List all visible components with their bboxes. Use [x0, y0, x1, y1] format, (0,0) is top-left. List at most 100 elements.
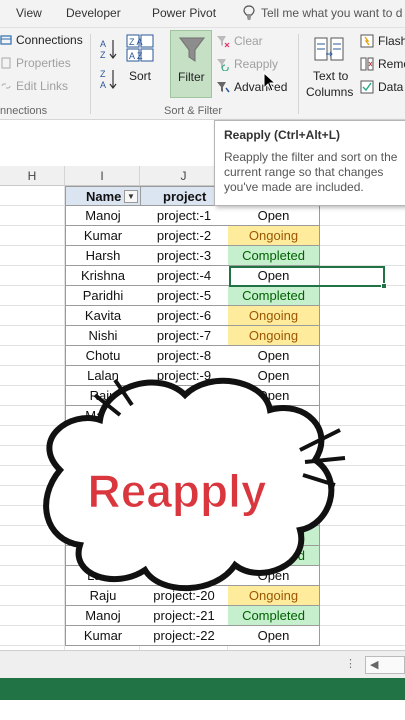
cell-name[interactable]: Harsh: [65, 246, 141, 266]
connections-button[interactable]: Connections: [0, 33, 83, 47]
cell-project[interactable]: project:-3: [140, 246, 229, 266]
cell-status[interactable]: Completed: [228, 546, 320, 566]
text-to-columns-label-2[interactable]: Columns: [306, 85, 353, 99]
cell-name[interactable]: [65, 446, 141, 466]
cell-project[interactable]: project:-21: [140, 606, 229, 626]
cell-project[interactable]: project:-10: [140, 386, 229, 406]
cell-name[interactable]: Nishi: [65, 326, 141, 346]
text-to-columns-label-1[interactable]: Text to: [313, 69, 348, 83]
tab-view[interactable]: View: [16, 6, 42, 20]
cell-project[interactable]: [140, 486, 229, 506]
cell-name[interactable]: Lalan: [65, 366, 141, 386]
cell-status[interactable]: Ongoing: [228, 226, 320, 246]
cell-status[interactable]: Open: [228, 626, 320, 646]
cell-project[interactable]: [140, 546, 229, 566]
cell-status[interactable]: Completed: [228, 606, 320, 626]
cell-name[interactable]: [65, 486, 141, 506]
filter-button[interactable]: Filter: [170, 30, 212, 98]
tell-me-input[interactable]: Tell me what you want to d: [261, 6, 402, 20]
cell-status[interactable]: [228, 466, 320, 486]
connections-group-label: nnections: [0, 105, 48, 117]
cell-status[interactable]: Open: [228, 206, 320, 226]
cell-project[interactable]: project:-19: [140, 566, 229, 586]
flash-fill-button[interactable]: Flash: [360, 34, 405, 48]
cell-status[interactable]: Open: [228, 566, 320, 586]
cell-name[interactable]: [65, 466, 141, 486]
cell-status[interactable]: Open: [228, 366, 320, 386]
cell-project[interactable]: project:-2: [140, 226, 229, 246]
connections-icon: [0, 35, 12, 45]
cell-status[interactable]: [228, 486, 320, 506]
cell-project[interactable]: [140, 446, 229, 466]
cell-name[interactable]: Manoj: [65, 206, 141, 226]
cell-status[interactable]: Ongoing: [228, 306, 320, 326]
sort-z-to-a-icon[interactable]: Z A: [100, 68, 118, 90]
active-cell-selection[interactable]: [229, 266, 385, 287]
cell-status[interactable]: Open: [228, 386, 320, 406]
cell-name[interactable]: [65, 526, 141, 546]
cell-project[interactable]: [140, 506, 229, 526]
column-header-i[interactable]: I: [65, 166, 140, 186]
cell-project[interactable]: project:-9: [140, 366, 229, 386]
cell-project[interactable]: project:-1: [140, 206, 229, 226]
tab-developer[interactable]: Developer: [66, 6, 121, 20]
cell-name[interactable]: Paridhi: [65, 286, 141, 306]
cell-name[interactable]: [65, 426, 141, 446]
cell-status[interactable]: Completed: [228, 426, 320, 446]
cell-project[interactable]: project:-6: [140, 306, 229, 326]
cell-name[interactable]: Krishna: [65, 266, 141, 286]
cell-name[interactable]: Chotu: [65, 346, 141, 366]
cell-project[interactable]: project:-11: [140, 406, 229, 426]
sort-a-to-z-icon[interactable]: A Z: [100, 38, 118, 60]
clear-filter-button[interactable]: Clear: [216, 34, 263, 48]
cell-status[interactable]: Completed: [228, 446, 320, 466]
cell-status[interactable]: Completed: [228, 286, 320, 306]
cell-project[interactable]: project:-8: [140, 346, 229, 366]
cell-status[interactable]: Open: [228, 406, 320, 426]
cell-name[interactable]: Kumar: [65, 626, 141, 646]
cell-project[interactable]: project:-7: [140, 326, 229, 346]
cell-project[interactable]: project:-20: [140, 586, 229, 606]
tab-power-pivot[interactable]: Power Pivot: [152, 6, 216, 20]
cell-project[interactable]: project:-4: [140, 266, 229, 286]
data-validation-button[interactable]: Data: [360, 80, 403, 94]
fill-handle[interactable]: [381, 283, 387, 289]
reapply-button[interactable]: Reapply: [216, 57, 278, 71]
sort-filter-group-label: Sort & Filter: [164, 105, 223, 117]
cell-name[interactable]: Kumar: [65, 226, 141, 246]
ribbon: Connections Properties Edit Links nnecti…: [0, 28, 405, 120]
cell-name[interactable]: Raju: [65, 386, 141, 406]
cell-project[interactable]: [140, 466, 229, 486]
reapply-icon: [217, 59, 229, 71]
cell-name[interactable]: [65, 506, 141, 526]
cell-name[interactable]: Manoj: [65, 606, 141, 626]
cell-status[interactable]: Completed: [228, 526, 320, 546]
cell-status[interactable]: Open: [228, 346, 320, 366]
remove-duplicates-button[interactable]: Remo: [360, 57, 405, 71]
filter-dropdown-icon[interactable]: ▼: [124, 190, 138, 203]
svg-text:A: A: [100, 39, 106, 49]
cell-status[interactable]: [228, 506, 320, 526]
sort-dialog-icon[interactable]: Z A A Z: [126, 34, 154, 62]
column-header-h[interactable]: H: [0, 166, 65, 186]
horizontal-scrollbar[interactable]: ⋮ ◀: [0, 650, 405, 678]
cell-name[interactable]: Kavita: [65, 306, 141, 326]
cell-project[interactable]: [140, 426, 229, 446]
scroll-left-button[interactable]: ◀: [365, 656, 405, 674]
cell-project[interactable]: [140, 526, 229, 546]
edit-links-button[interactable]: Edit Links: [0, 79, 68, 93]
cell-name[interactable]: Manoj: [65, 406, 141, 426]
cell-name[interactable]: Raju: [65, 586, 141, 606]
remove-duplicates-icon: [360, 57, 374, 71]
properties-button[interactable]: Properties: [0, 56, 71, 70]
cell-status[interactable]: Ongoing: [228, 586, 320, 606]
cell-project[interactable]: project:-22: [140, 626, 229, 646]
cell-name[interactable]: [65, 546, 141, 566]
text-to-columns-icon[interactable]: [314, 34, 344, 64]
cell-status[interactable]: Completed: [228, 246, 320, 266]
cell-project[interactable]: project:-5: [140, 286, 229, 306]
cell-status[interactable]: Ongoing: [228, 326, 320, 346]
sort-button[interactable]: Sort: [129, 69, 151, 83]
cell-name[interactable]: Lalan: [65, 566, 141, 586]
svg-text:A Z: A Z: [129, 51, 143, 61]
